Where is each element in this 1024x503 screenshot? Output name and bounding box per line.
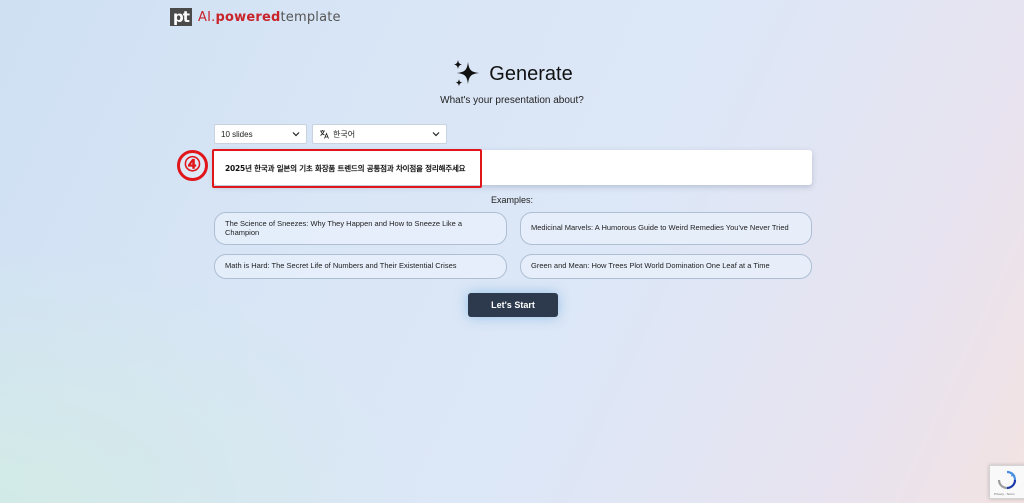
annotation-step-badge: ④ <box>177 150 208 181</box>
annotation-highlight-box <box>212 149 482 188</box>
hero-header: Generate <box>0 58 1024 95</box>
brand-logo[interactable]: pt AI.poweredtemplate <box>170 8 341 26</box>
example-chip[interactable]: Medicinal Marvels: A Humorous Guide to W… <box>520 212 812 245</box>
language-value: 한국어 <box>333 129 356 139</box>
page-subtitle: What's your presentation about? <box>440 95 584 106</box>
logo-powered-text: powered <box>215 9 281 25</box>
hero-title-row: Generate <box>451 58 573 90</box>
examples-label: Examples: <box>490 195 534 205</box>
recaptcha-footer-text[interactable]: Privacy - Terms <box>994 492 1015 496</box>
logo-mark: pt <box>170 8 192 26</box>
sparkle-icon <box>454 60 480 87</box>
slides-count-select[interactable]: 10 slides <box>214 124 307 144</box>
lets-start-button[interactable]: Let's Start <box>468 293 558 317</box>
recaptcha-icon <box>997 470 1017 490</box>
slides-count-value: 10 slides <box>221 129 253 139</box>
background-tint <box>0 243 420 503</box>
example-chip[interactable]: Green and Mean: How Trees Plot World Dom… <box>520 254 812 279</box>
page-title: Generate <box>489 62 573 85</box>
logo-template-text: template <box>280 9 341 25</box>
chevron-down-icon <box>432 132 440 137</box>
example-chip[interactable]: Math is Hard: The Secret Life of Numbers… <box>214 254 507 279</box>
logo-wordmark: AI.poweredtemplate <box>198 10 341 25</box>
translate-icon <box>320 130 329 139</box>
language-select[interactable]: 한국어 <box>312 124 447 144</box>
example-chip[interactable]: The Science of Sneezes: Why They Happen … <box>214 212 507 245</box>
logo-ai-text: AI. <box>198 9 216 25</box>
chevron-down-icon <box>292 132 300 137</box>
recaptcha-badge[interactable]: Privacy - Terms <box>989 465 1024 499</box>
